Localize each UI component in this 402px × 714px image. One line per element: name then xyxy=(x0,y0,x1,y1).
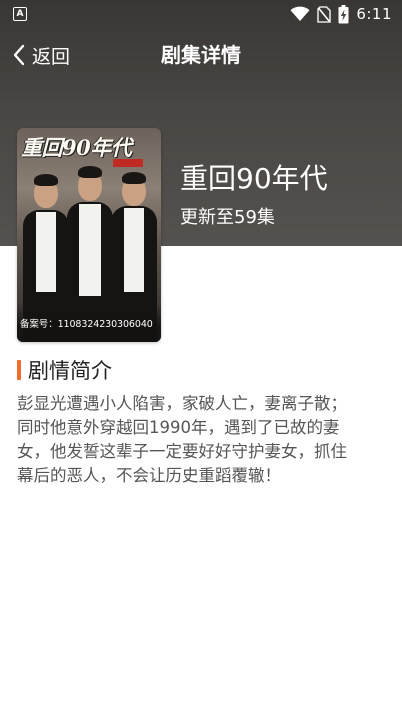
back-button[interactable]: 返回 xyxy=(12,38,70,72)
synopsis-text: 彭显光遭遇小人陷害，家破人亡，妻离子散； 同时他意外穿越回1990年，遇到了已故… xyxy=(17,392,387,488)
chevron-left-icon xyxy=(13,44,25,66)
a-notification-icon: A xyxy=(13,7,27,21)
poster-tag-banner xyxy=(113,159,143,167)
synopsis-line: 彭显光遭遇小人陷害，家破人亡，妻离子散； xyxy=(17,394,347,413)
wifi-icon xyxy=(290,6,310,21)
drama-title: 重回90年代 xyxy=(180,162,328,195)
app-header: 返回 剧集详情 xyxy=(0,34,402,76)
section-accent-bar xyxy=(17,360,21,380)
poster-title-art: 重回90年代 xyxy=(21,135,132,160)
status-bar: A 6:11 xyxy=(0,0,402,28)
synopsis-title: 剧情简介 xyxy=(28,359,112,383)
synopsis-line: 同时他意外穿越回1990年，遇到了已故的妻 xyxy=(17,418,340,437)
drama-poster[interactable]: 重回90年代 备案号：1108324230306040 xyxy=(17,128,161,342)
episode-update-status: 更新至59集 xyxy=(180,207,275,228)
synopsis-header: 剧情简介 xyxy=(17,356,112,384)
no-sim-icon xyxy=(317,5,332,23)
poster-record-number: 备案号：1108324230306040 xyxy=(20,319,153,330)
synopsis-line: 女，他发誓这辈子一定要好好守护妻女，抓住 xyxy=(17,442,347,461)
status-time: 6:11 xyxy=(356,5,392,23)
battery-charging-icon xyxy=(338,4,349,23)
back-label: 返回 xyxy=(32,45,71,68)
synopsis-line: 幕后的恶人，不会让历史重蹈覆辙！ xyxy=(17,466,281,485)
status-left: A xyxy=(13,7,27,21)
status-right: 6:11 xyxy=(290,4,392,24)
